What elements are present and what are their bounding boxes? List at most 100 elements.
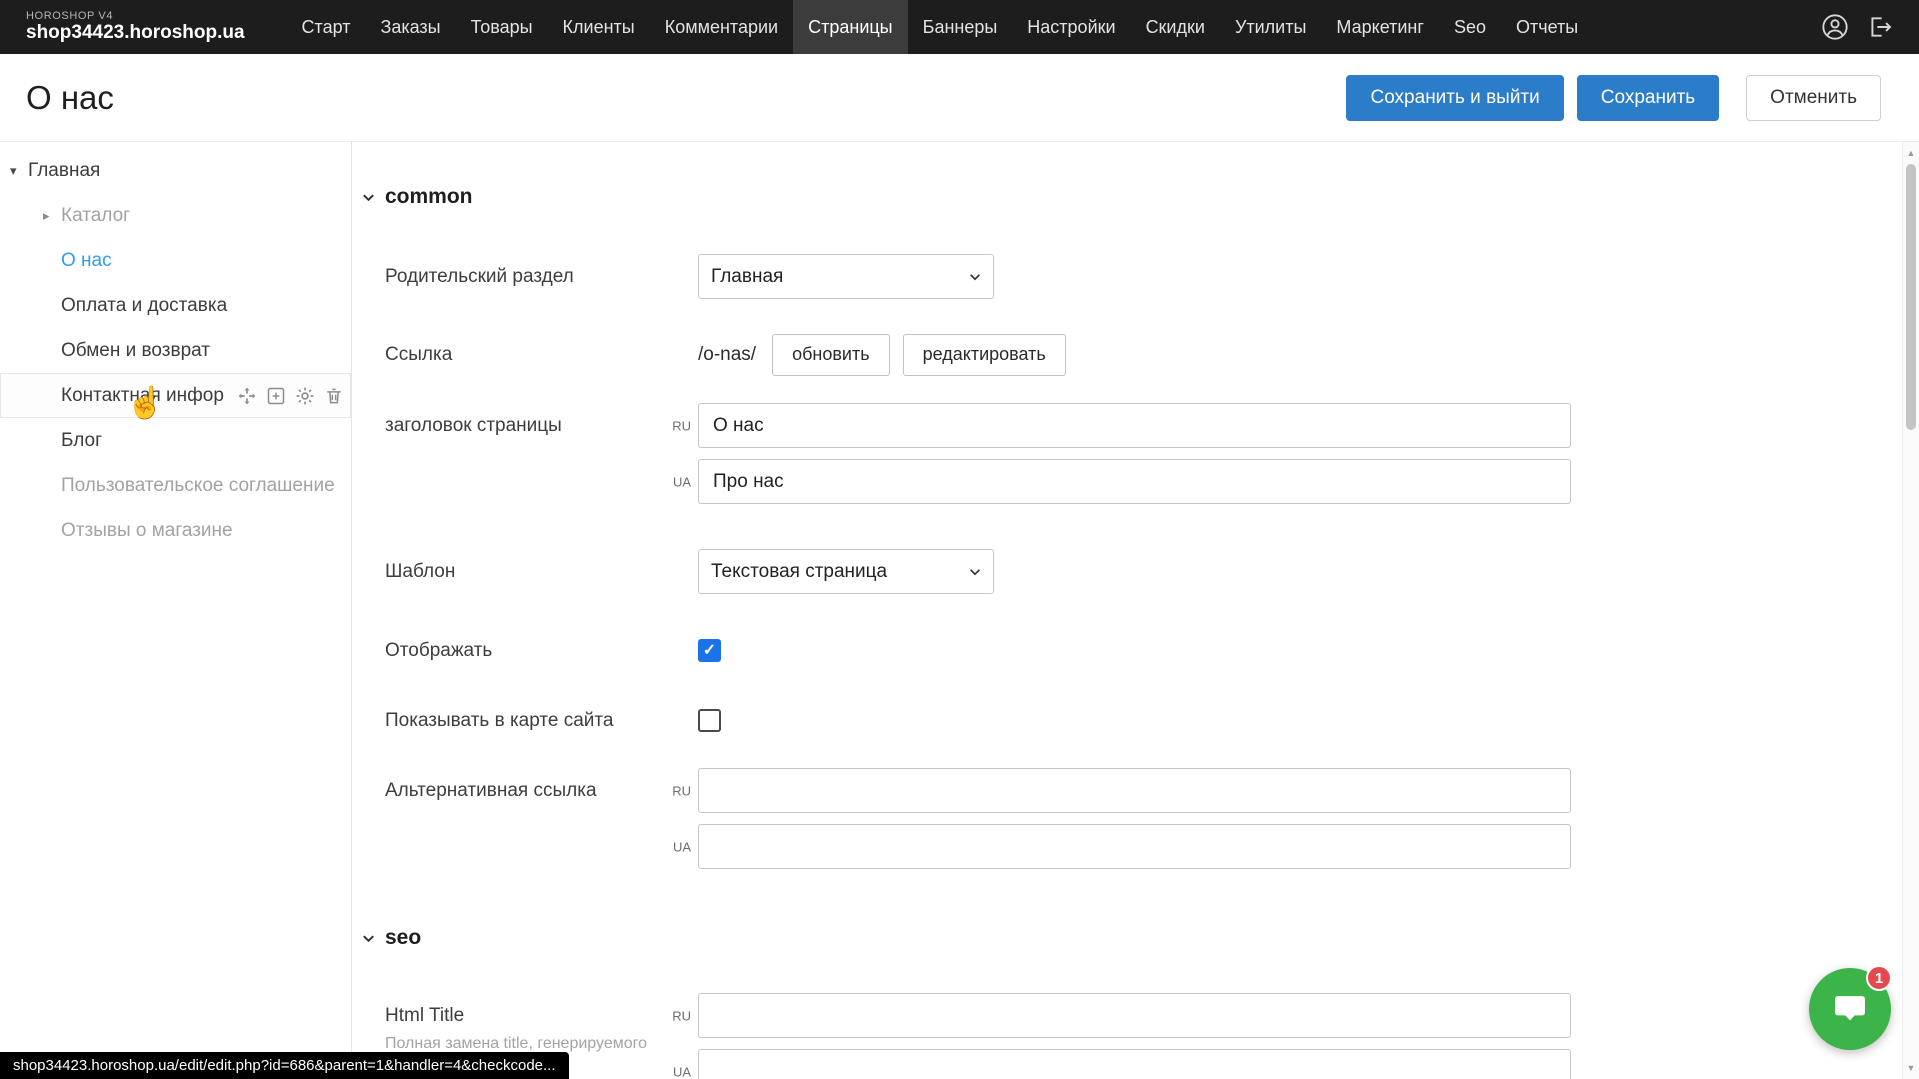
tree-item-label: Пользовательское соглашение xyxy=(61,475,335,497)
tree-item-about[interactable]: О нас xyxy=(0,238,351,283)
scroll-thumb[interactable] xyxy=(1906,164,1916,430)
lang-row-ua: UA xyxy=(698,1049,1571,1079)
pages-tree-sidebar: ▾ Главная ▸ Каталог О нас Оплата и доста… xyxy=(0,142,352,1079)
alt-link-ru-input[interactable] xyxy=(698,768,1571,813)
template-select[interactable]: Текстовая страница xyxy=(698,549,994,594)
nav-item-reports[interactable]: Отчеты xyxy=(1501,0,1593,54)
lang-ua-tag: UA xyxy=(673,839,691,854)
top-menu: Старт Заказы Товары Клиенты Комментарии … xyxy=(287,0,1594,54)
tree-item-label: Оплата и доставка xyxy=(61,295,227,317)
move-icon[interactable] xyxy=(237,386,257,406)
form-row-display: Отображать ✓ xyxy=(385,628,1919,673)
nav-item-seo[interactable]: Seo xyxy=(1439,0,1501,54)
lang-ru-tag: RU xyxy=(672,418,691,433)
page-url-value: /o-nas/ xyxy=(698,344,756,366)
lang-ua-tag: UA xyxy=(673,474,691,489)
page-title: О нас xyxy=(26,79,114,117)
field-label: Показывать в карте сайта xyxy=(385,698,698,743)
caret-right-icon[interactable]: ▸ xyxy=(43,208,61,224)
cancel-button[interactable]: Отменить xyxy=(1746,75,1881,121)
form-row-parent-section: Родительский раздел Главная xyxy=(385,254,1919,299)
trash-icon[interactable] xyxy=(324,386,344,406)
nav-item-clients[interactable]: Клиенты xyxy=(548,0,650,54)
tree-item-blog[interactable]: Блог xyxy=(0,418,351,463)
logo-version-label: HOROSHOP V4 xyxy=(26,10,245,22)
nav-item-comments[interactable]: Комментарии xyxy=(650,0,793,54)
tree-item-store-reviews[interactable]: Отзывы о магазине xyxy=(0,508,351,553)
page-header: О нас Сохранить и выйти Сохранить Отмени… xyxy=(0,54,1919,142)
template-select-wrap: Текстовая страница xyxy=(698,549,994,594)
user-account-icon[interactable] xyxy=(1821,13,1849,41)
lang-row-ru: RU xyxy=(698,768,1571,813)
nav-item-start[interactable]: Старт xyxy=(287,0,366,54)
tree-item-label: Блог xyxy=(61,430,102,452)
field-label: Альтернативная ссылка xyxy=(385,768,698,813)
field-label-block: Html Title Полная замена title, генериру… xyxy=(385,993,698,1054)
nav-item-orders[interactable]: Заказы xyxy=(365,0,455,54)
refresh-link-button[interactable]: обновить xyxy=(772,334,890,376)
gear-icon[interactable] xyxy=(295,386,315,406)
nav-item-settings[interactable]: Настройки xyxy=(1012,0,1130,54)
plus-square-icon[interactable] xyxy=(266,386,286,406)
edit-link-button[interactable]: редактировать xyxy=(903,334,1066,376)
section-title: common xyxy=(385,185,473,209)
tree-item-home[interactable]: ▾ Главная xyxy=(0,148,351,193)
lang-inputs: RU UA xyxy=(698,403,1571,504)
tree-item-payment-delivery[interactable]: Оплата и доставка xyxy=(0,283,351,328)
section-title: seo xyxy=(385,926,421,950)
logo-shop-domain: shop34423.horoshop.ua xyxy=(26,22,245,44)
tree-item-label: Контактная инфор xyxy=(61,385,224,407)
section-common-toggle[interactable]: common xyxy=(361,184,1919,210)
nav-item-pages[interactable]: Страницы xyxy=(793,0,908,54)
content-layout: ▾ Главная ▸ Каталог О нас Оплата и доста… xyxy=(0,142,1919,1079)
scroll-up-icon[interactable]: ▲ xyxy=(1903,148,1919,158)
page-title-ua-input[interactable] xyxy=(698,459,1571,504)
sitemap-checkbox[interactable] xyxy=(698,709,721,732)
lang-row-ua: UA xyxy=(698,459,1571,504)
save-and-exit-button[interactable]: Сохранить и выйти xyxy=(1346,75,1563,121)
parent-section-select[interactable]: Главная xyxy=(698,254,994,299)
logout-icon[interactable] xyxy=(1867,14,1893,40)
scroll-down-icon[interactable]: ▼ xyxy=(1903,1063,1919,1073)
lang-ru-tag: RU xyxy=(672,1008,691,1023)
tree-item-exchange-return[interactable]: Обмен и возврат xyxy=(0,328,351,373)
form-row-page-title: заголовок страницы RU UA xyxy=(385,403,1919,504)
vertical-scrollbar[interactable]: ▲ ▼ xyxy=(1902,142,1919,1079)
nav-item-marketing[interactable]: Маркетинг xyxy=(1321,0,1439,54)
save-button[interactable]: Сохранить xyxy=(1577,75,1719,121)
topbar-right-icons xyxy=(1821,0,1919,54)
lang-ua-tag: UA xyxy=(673,1064,691,1079)
lang-ru-tag: RU xyxy=(672,783,691,798)
tree-item-label: Обмен и возврат xyxy=(61,340,210,362)
form-row-sitemap: Показывать в карте сайта xyxy=(385,698,1919,743)
field-label: Родительский раздел xyxy=(385,254,698,299)
tree-item-label: Каталог xyxy=(61,205,130,227)
alt-link-ua-input[interactable] xyxy=(698,824,1571,869)
check-icon: ✓ xyxy=(703,643,716,659)
tree-item-contact-info[interactable]: Контактная инфор xyxy=(0,373,351,418)
display-checkbox[interactable]: ✓ xyxy=(698,639,721,662)
header-buttons: Сохранить и выйти Сохранить Отменить xyxy=(1346,75,1881,121)
page-edit-form: common Родительский раздел Главная Ссылк… xyxy=(352,142,1919,1079)
chat-unread-badge: 1 xyxy=(1866,965,1892,991)
chat-widget-button[interactable]: 1 xyxy=(1809,968,1891,1050)
field-hint: Полная замена title, генерируемого xyxy=(385,1034,698,1054)
lang-row-ru: RU xyxy=(698,403,1571,448)
nav-item-utilities[interactable]: Утилиты xyxy=(1220,0,1321,54)
page-title-ru-input[interactable] xyxy=(698,403,1571,448)
nav-item-products[interactable]: Товары xyxy=(456,0,548,54)
html-title-ru-input[interactable] xyxy=(698,993,1571,1038)
field-label: Отображать xyxy=(385,628,698,673)
logo[interactable]: HOROSHOP V4 shop34423.horoshop.ua xyxy=(0,0,245,54)
tree-item-user-agreement[interactable]: Пользовательское соглашение xyxy=(0,463,351,508)
section-seo-toggle[interactable]: seo xyxy=(361,925,1919,951)
nav-item-banners[interactable]: Баннеры xyxy=(908,0,1013,54)
form-row-link: Ссылка /o-nas/ обновить редактировать xyxy=(385,332,1919,377)
form-row-alt-link: Альтернативная ссылка RU UA xyxy=(385,768,1919,869)
caret-down-icon[interactable]: ▾ xyxy=(10,163,28,179)
lang-row-ua: UA xyxy=(698,824,1571,869)
top-bar: HOROSHOP V4 shop34423.horoshop.ua Старт … xyxy=(0,0,1919,54)
html-title-ua-input[interactable] xyxy=(698,1049,1571,1079)
tree-item-catalog[interactable]: ▸ Каталог xyxy=(0,193,351,238)
nav-item-discounts[interactable]: Скидки xyxy=(1131,0,1220,54)
